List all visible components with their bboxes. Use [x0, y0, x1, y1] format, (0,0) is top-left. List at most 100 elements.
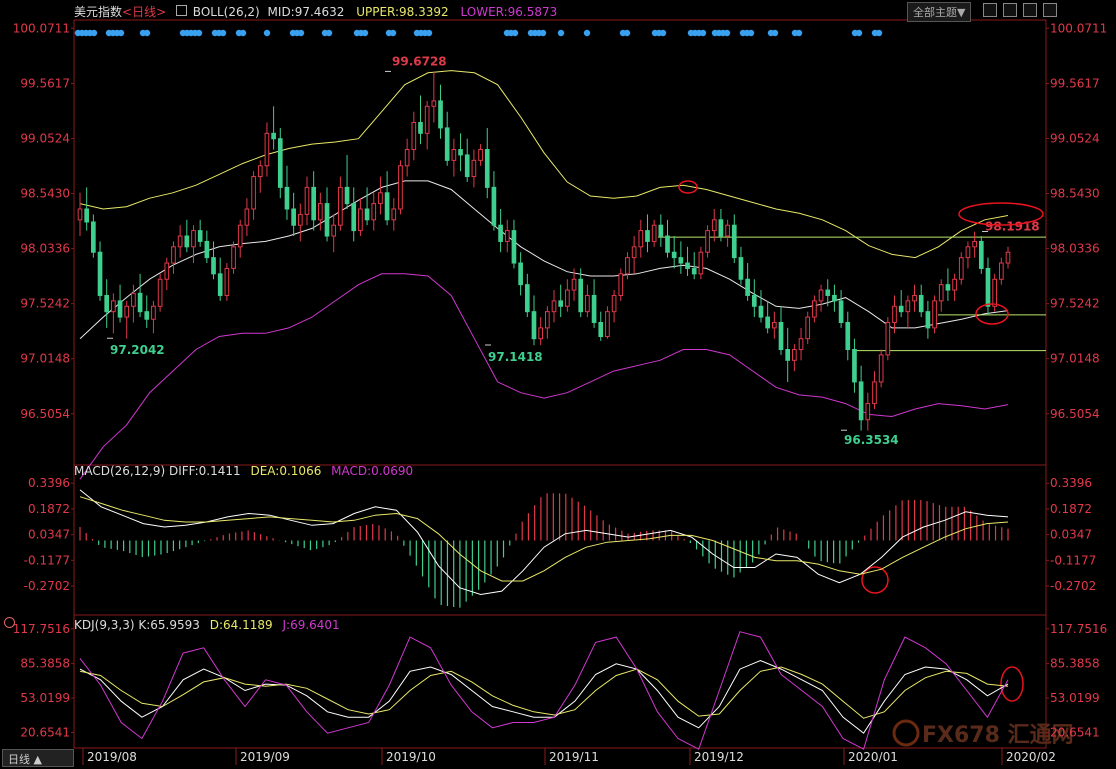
price-tick-left: 98.5430: [20, 187, 70, 201]
candle: [531, 311, 537, 340]
price-tick-right: 97.0148: [1050, 352, 1100, 366]
candle: [945, 284, 951, 291]
macd-tick-right: -0.1177: [1050, 553, 1096, 567]
candle: [631, 246, 637, 259]
macd-header: MACD(26,12,9) DIFF:0.1411 DEA:0.1066 MAC…: [74, 464, 413, 478]
close-icon[interactable]: [1043, 3, 1057, 17]
minimize-icon[interactable]: [983, 3, 997, 17]
candle: [264, 132, 270, 167]
candle: [585, 294, 590, 313]
chart-canvas: FX678 汇通网 99.6728 97.2042 97.1418 96.3534 98…: [13, 19, 1107, 765]
signal-dot: [263, 29, 271, 37]
macd-tick-left: 0.3396: [28, 476, 70, 490]
price-tick-right: 97.5242: [1050, 297, 1100, 311]
instrument-name: 美元指数: [74, 5, 123, 19]
signal-dot: [583, 29, 591, 37]
signal-dot: [389, 29, 397, 37]
candle: [211, 257, 216, 275]
settings-icon[interactable]: [4, 617, 15, 628]
candle: [371, 203, 377, 221]
x-tick-label: 2019/11: [549, 750, 599, 764]
boll-lower: LOWER:96.5873: [460, 5, 558, 19]
price-tick-right: 98.5430: [1050, 187, 1100, 201]
maximize-icon[interactable]: [1023, 3, 1037, 17]
candle: [458, 149, 463, 156]
candle: [478, 149, 483, 161]
kdj-j: J:69.6401: [282, 618, 340, 632]
candle: [545, 311, 550, 329]
candle: [798, 338, 804, 351]
restore-icon[interactable]: [1003, 3, 1017, 17]
boll-icon: [175, 5, 187, 16]
candle: [852, 349, 857, 383]
candle: [858, 381, 864, 421]
candle: [865, 403, 871, 421]
candle: [344, 186, 350, 205]
candle: [932, 300, 937, 329]
candle: [451, 149, 457, 161]
theme-select[interactable]: 全部主题▼: [907, 2, 972, 22]
price-tick-left: 96.5054: [20, 407, 70, 421]
candle: [398, 165, 403, 210]
signal-dot: [325, 29, 333, 37]
candle: [805, 316, 811, 340]
candle: [224, 267, 230, 296]
candle: [151, 305, 156, 320]
candle: [878, 354, 884, 383]
period-label[interactable]: <日线>: [122, 5, 166, 19]
kdj-d-line: [79, 666, 1009, 719]
candle: [685, 262, 690, 269]
candle: [751, 294, 757, 307]
signal-dot: [90, 29, 98, 37]
macd-diff: DIFF:0.1411: [168, 464, 241, 478]
candle: [384, 192, 390, 221]
signal-dot: [195, 29, 203, 37]
candle: [471, 159, 477, 178]
period-tab[interactable]: 日线 ▲: [2, 749, 74, 767]
kdj-tick-right: 53.0199: [1050, 691, 1100, 705]
candle: [318, 203, 323, 221]
candle: [518, 262, 523, 286]
candle: [291, 208, 296, 226]
price-tick-right: 98.0336: [1050, 242, 1100, 256]
candle: [524, 284, 530, 313]
signal-dot: [659, 29, 667, 37]
candle: [378, 192, 383, 205]
x-tick-label: 2019/09: [240, 750, 290, 764]
candle: [992, 278, 997, 307]
macd-tick-right: -0.2702: [1050, 579, 1096, 593]
signal-dot: [875, 29, 883, 37]
main-header: 美元指数<日线> BOLL(26,2) MID:97.4632 UPPER:98…: [74, 3, 557, 20]
candle: [97, 251, 103, 296]
candle: [358, 208, 363, 232]
kdj-tick-left: 20.6541: [20, 725, 70, 739]
candle: [117, 300, 123, 318]
candle: [785, 349, 791, 361]
candle: [144, 311, 150, 320]
candle: [925, 311, 931, 329]
price-annotation: 96.3534: [844, 433, 899, 447]
signal-dot: [297, 29, 305, 37]
candle: [625, 257, 630, 275]
candle: [191, 230, 196, 248]
candle: [758, 305, 764, 318]
kdj-tick-left: 53.0199: [20, 691, 70, 705]
candle: [364, 208, 370, 221]
signal-dot: [425, 29, 433, 37]
candle: [845, 321, 851, 351]
candle: [124, 305, 130, 318]
kdj-d: D:64.1189: [209, 618, 273, 632]
candle: [311, 186, 317, 221]
watermark: FX678 汇通网: [892, 719, 1074, 748]
signal-dot: [539, 29, 547, 37]
candle: [705, 230, 710, 253]
candle: [491, 186, 497, 226]
candle: [231, 246, 236, 269]
signal-dot: [747, 29, 755, 37]
candle: [578, 278, 584, 313]
candle: [885, 321, 891, 356]
macd-dea: DEA:0.1066: [250, 464, 322, 478]
candle: [825, 289, 831, 296]
candle: [331, 224, 337, 237]
candle: [571, 278, 577, 291]
